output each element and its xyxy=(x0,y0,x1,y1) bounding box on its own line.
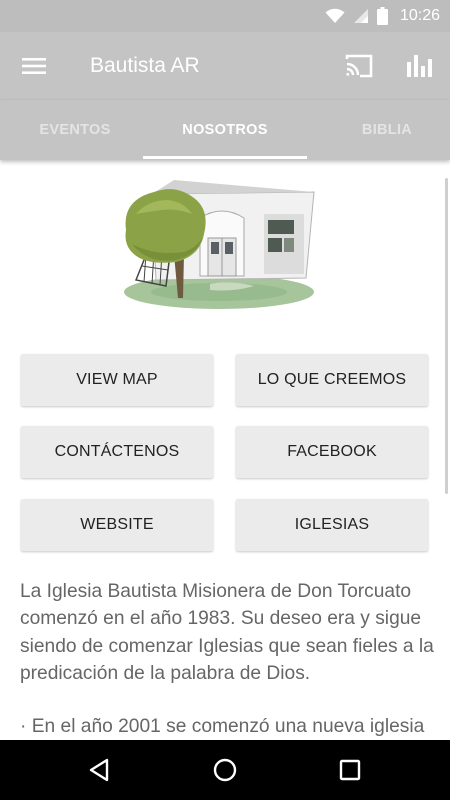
website-button[interactable]: WEBSITE xyxy=(21,499,213,551)
app-bar: Bautista AR xyxy=(0,32,450,100)
description-paragraph: · En el año 2001 se comenzó una nueva ig… xyxy=(20,716,425,738)
tab-eventos[interactable]: EVENTOS xyxy=(0,100,150,160)
battery-icon xyxy=(376,7,388,25)
app-title: Bautista AR xyxy=(90,54,200,77)
status-icons: 10:26 xyxy=(325,0,440,32)
status-bar: 10:26 xyxy=(0,0,450,32)
tab-biblia[interactable]: BIBLIA xyxy=(312,100,450,160)
tab-bar: EVENTOS NOSOTROS BIBLIA xyxy=(0,100,450,160)
status-time: 10:26 xyxy=(399,7,440,24)
home-icon[interactable] xyxy=(211,756,239,784)
content-scroll-area[interactable]: VIEW MAP LO QUE CREEMOS CONTÁCTENOS FACE… xyxy=(0,160,450,740)
tab-nosotros[interactable]: NOSOTROS xyxy=(150,100,300,160)
description-paragraph: La Iglesia Bautista Misionera de Don Tor… xyxy=(20,581,434,684)
contactenos-button[interactable]: CONTÁCTENOS xyxy=(21,426,213,478)
description-text: La Iglesia Bautista Misionera de Don Tor… xyxy=(20,578,440,740)
scrollbar[interactable] xyxy=(445,178,448,494)
system-nav-bar xyxy=(0,740,450,800)
back-icon[interactable] xyxy=(86,756,114,784)
menu-icon[interactable] xyxy=(20,52,48,80)
church-illustration xyxy=(124,180,315,309)
lo-que-creemos-button[interactable]: LO QUE CREEMOS xyxy=(236,354,428,406)
stats-icon[interactable] xyxy=(406,52,432,80)
iglesias-button[interactable]: IGLESIAS xyxy=(236,499,428,551)
cast-icon[interactable] xyxy=(344,52,374,80)
signal-icon xyxy=(353,9,368,23)
wifi-icon xyxy=(325,8,345,23)
recents-icon[interactable] xyxy=(336,756,364,784)
view-map-button[interactable]: VIEW MAP xyxy=(21,354,213,406)
tab-indicator xyxy=(143,156,307,159)
facebook-button[interactable]: FACEBOOK xyxy=(236,426,428,478)
